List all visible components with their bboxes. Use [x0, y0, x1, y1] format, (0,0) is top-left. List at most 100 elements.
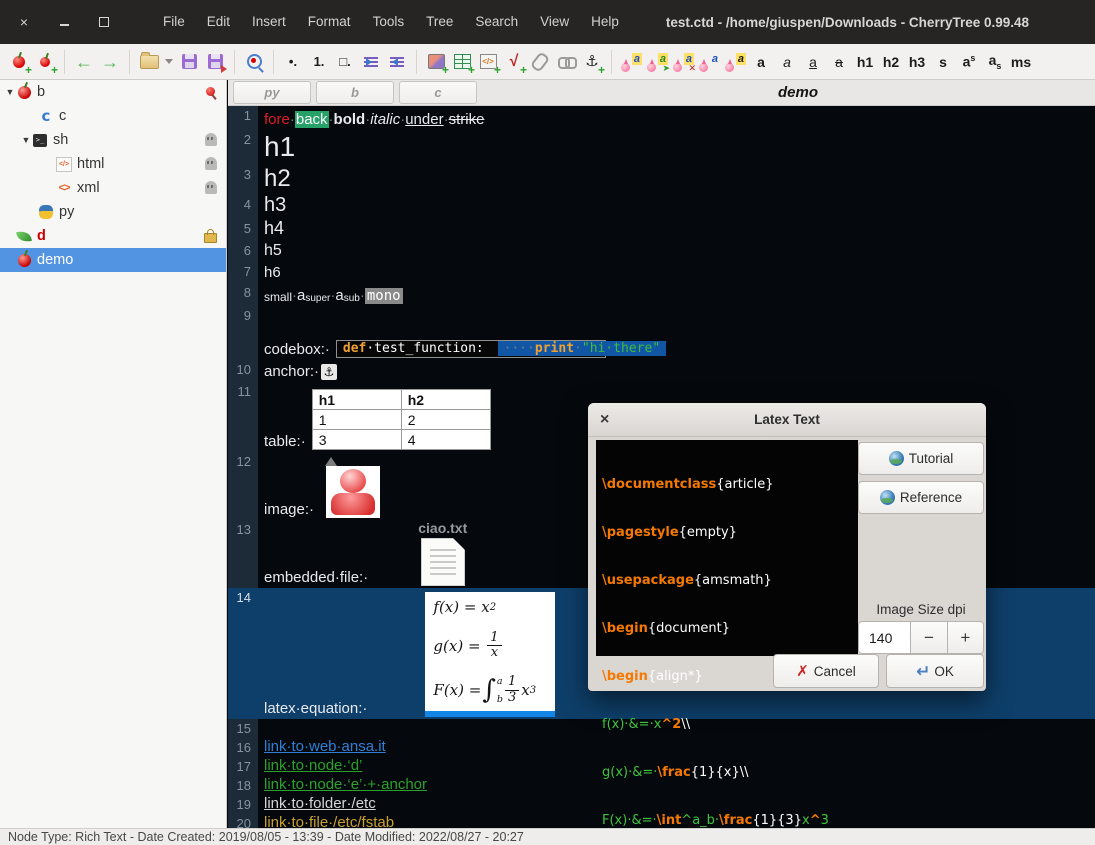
readonly-ghost-icon — [203, 180, 218, 195]
menu-insert[interactable]: Insert — [241, 0, 297, 44]
subscript-icon[interactable]: as — [983, 49, 1007, 75]
tree-node-xml[interactable]: <> xml — [0, 176, 226, 200]
monospace-text: mono — [365, 288, 403, 304]
todo-list-icon[interactable]: □. — [333, 49, 357, 75]
menu-tools[interactable]: Tools — [362, 0, 416, 44]
superscript-icon[interactable]: as — [957, 49, 981, 75]
clear-format-icon[interactable]: a✕ — [671, 49, 695, 75]
menu-edit[interactable]: Edit — [196, 0, 241, 44]
heading-h1: h1 — [258, 131, 295, 165]
dpi-value-input[interactable]: 140 — [858, 621, 911, 654]
codebox[interactable]: def·test_function: ····print·"hi·there" — [336, 340, 606, 358]
insert-anchor-icon[interactable]: ⚓+ — [580, 49, 604, 75]
tree-node-html[interactable]: </> html — [0, 152, 226, 176]
bold-icon[interactable]: a — [749, 49, 773, 75]
menu-view[interactable]: View — [529, 0, 580, 44]
dpi-increment-button[interactable]: + — [948, 621, 984, 654]
dialog-close-icon[interactable]: × — [600, 412, 609, 428]
h3-icon[interactable]: h3 — [905, 49, 929, 75]
anchor-icon[interactable]: ⚓ — [321, 364, 337, 380]
latex-source-editor[interactable]: \documentclass{article} \pagestyle{empty… — [596, 440, 858, 656]
heading-h4: h4 — [258, 218, 284, 241]
save-icon[interactable] — [177, 49, 201, 75]
latex-equation-image[interactable]: f(x) = x2 g(x) = 1x F(x) =∫ab13x3 — [425, 592, 555, 717]
tree-node-demo[interactable]: demo — [0, 248, 226, 272]
node-link-e-anchor[interactable]: link·to·node·‘e’·+·anchor — [258, 776, 427, 795]
recent-node-button-py[interactable]: py — [233, 81, 311, 104]
globe-icon — [880, 490, 895, 505]
find-icon[interactable] — [242, 49, 266, 75]
file-link[interactable]: link·to·file·/etc/fstab — [258, 814, 394, 828]
open-file-icon[interactable] — [137, 49, 161, 75]
tree-node-d[interactable]: d — [0, 224, 226, 248]
codebox-selected-line: ····print·"hi·there" — [498, 341, 667, 356]
menu-tree[interactable]: Tree — [415, 0, 464, 44]
heading-h5: h5 — [258, 242, 282, 262]
h1-icon[interactable]: h1 — [853, 49, 877, 75]
insert-formula-icon[interactable]: √+ — [502, 49, 526, 75]
editor-line-8: 8 small·asuper·asub·mono — [228, 283, 1095, 306]
embedded-table[interactable]: h1h2 12 34 — [312, 389, 491, 450]
expander-icon[interactable]: ▼ — [4, 87, 16, 97]
save-and-exit-icon[interactable] — [203, 49, 227, 75]
window-minimize-icon[interactable] — [54, 14, 74, 30]
insert-image-icon[interactable]: + — [424, 49, 448, 75]
go-back-icon[interactable]: ← — [72, 49, 96, 75]
expander-icon[interactable]: ▼ — [20, 135, 32, 145]
ok-button[interactable]: ↵OK — [886, 654, 984, 688]
fg-color-icon[interactable]: a — [619, 49, 643, 75]
strikethrough-icon[interactable]: a — [827, 49, 851, 75]
recent-node-button-c[interactable]: c — [399, 81, 477, 104]
indent-icon[interactable] — [359, 49, 383, 75]
window-maximize-icon[interactable] — [94, 14, 114, 30]
menu-search[interactable]: Search — [464, 0, 529, 44]
heading-h3: h3 — [258, 194, 286, 219]
tree-node-sh[interactable]: ▼ >_ sh — [0, 128, 226, 152]
web-link[interactable]: link·to·web·ansa.it — [258, 738, 386, 757]
bullet-list-icon[interactable]: •. — [281, 49, 305, 75]
ok-return-icon: ↵ — [916, 663, 930, 680]
insert-table-icon[interactable]: + — [450, 49, 474, 75]
bg-color-icon[interactable]: a➤ — [645, 49, 669, 75]
menu-format[interactable]: Format — [297, 0, 362, 44]
menu-file[interactable]: File — [152, 0, 196, 44]
monospace-icon[interactable]: ms — [1009, 49, 1033, 75]
node-link-d[interactable]: link·to·node·‘d’ — [258, 757, 362, 776]
new-node-icon[interactable]: + — [7, 49, 31, 75]
italic-icon[interactable]: a — [775, 49, 799, 75]
editor-header: py b c demo — [228, 80, 1095, 106]
tutorial-button[interactable]: Tutorial — [858, 442, 984, 475]
folder-link[interactable]: link·to·folder·/etc — [258, 795, 376, 814]
window-close-icon[interactable]: × — [14, 14, 34, 30]
menu-help[interactable]: Help — [580, 0, 630, 44]
reference-button[interactable]: Reference — [858, 481, 984, 514]
new-subnode-icon[interactable]: + — [33, 49, 57, 75]
insert-link-icon[interactable] — [554, 49, 578, 75]
node-title: demo — [728, 84, 868, 101]
embedded-image-avatar[interactable] — [326, 466, 380, 518]
numbered-list-icon[interactable]: 1. — [307, 49, 331, 75]
bg-color-pick-icon[interactable]: a — [723, 49, 747, 75]
h2-icon[interactable]: h2 — [879, 49, 903, 75]
globe-icon — [889, 451, 904, 466]
small-text-icon[interactable]: s — [931, 49, 955, 75]
xml-icon: <> — [56, 180, 72, 196]
insert-codebox-icon[interactable]: </>+ — [476, 49, 500, 75]
open-recent-dropdown-icon[interactable] — [163, 49, 175, 75]
window-title: test.ctd - /home/giuspen/Downloads - Che… — [666, 15, 1029, 30]
dpi-decrement-button[interactable]: − — [911, 621, 947, 654]
embedded-file[interactable]: ciao.txt — [418, 520, 467, 586]
python-icon — [38, 204, 54, 220]
tree-node-py[interactable]: py — [0, 200, 226, 224]
unindent-icon[interactable] — [385, 49, 409, 75]
tree-node-c[interactable]: c c — [0, 104, 226, 128]
fg-color-pick-icon[interactable]: a — [697, 49, 721, 75]
latex-label: latex·equation:· — [264, 700, 367, 717]
attach-file-icon[interactable] — [528, 49, 552, 75]
underline-icon[interactable]: a — [801, 49, 825, 75]
tree-node-b[interactable]: ▼ b — [0, 80, 226, 104]
go-forward-icon[interactable]: → — [98, 49, 122, 75]
embedded-file-name: ciao.txt — [418, 520, 467, 536]
cancel-button[interactable]: ✗Cancel — [773, 654, 879, 688]
recent-node-button-b[interactable]: b — [316, 81, 394, 104]
